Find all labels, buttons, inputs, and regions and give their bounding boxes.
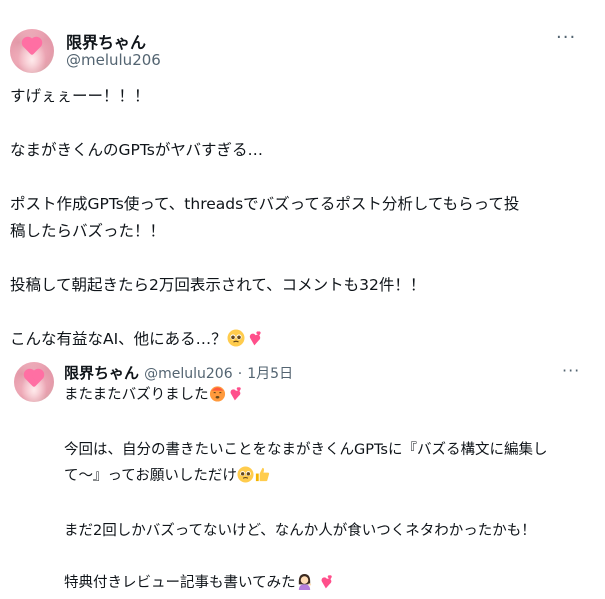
- quoted-more-options-button[interactable]: ···: [562, 363, 580, 379]
- woman-tipping-hand-icon: [296, 573, 313, 599]
- main-post-line: 稿したらバズった！！: [10, 222, 166, 240]
- two-hearts-icon: [226, 385, 243, 411]
- main-post-line: すげぇぇーー！！！: [10, 87, 150, 105]
- two-hearts-icon: [317, 573, 334, 599]
- main-author-avatar[interactable]: [10, 29, 54, 73]
- quoted-author-name[interactable]: 限界ちゃん: [64, 364, 139, 382]
- quoted-post-line: またまたバズりました: [64, 382, 548, 411]
- main-post-text: すげぇぇーー！！！ なまがきくんのGPTsがヤバすぎる… ポスト作成GPTs使っ…: [10, 83, 519, 356]
- two-hearts-icon: [245, 329, 263, 356]
- quoted-post-line-text: て〜』ってお願いしただけ: [64, 468, 237, 484]
- quoted-author-avatar[interactable]: [14, 362, 54, 402]
- header-separator: ·: [237, 366, 243, 382]
- pleading-face-icon: [227, 329, 245, 356]
- post-date[interactable]: 1月5日: [247, 366, 293, 382]
- quoted-post-header: 限界ちゃん @melulu206 · 1月5日: [64, 362, 293, 383]
- main-post-line-text: こんな有益なAI、他にある…？: [10, 330, 227, 348]
- main-author-name[interactable]: 限界ちゃん: [66, 29, 146, 53]
- quoted-post-line-text: 特典付きレビュー記事も書いてみた: [64, 575, 296, 591]
- quoted-post-line-text: またまたバズりました: [64, 387, 209, 403]
- quoted-post-line: て〜』ってお願いしただけ: [64, 463, 548, 492]
- main-author-handle[interactable]: @melulu206: [66, 51, 161, 69]
- quoted-post-line: 特典付きレビュー記事も書いてみた: [64, 570, 548, 599]
- quoted-post-line: まだ2回しかバズってないけど、なんか人が食いつくネタわかったかも！: [64, 523, 536, 539]
- hot-face-icon: [209, 385, 226, 411]
- main-post-line: ポスト作成GPTs使って、threadsでバズってるポスト分析してもらって投: [10, 195, 520, 213]
- main-post-line: こんな有益なAI、他にある…？: [10, 326, 519, 356]
- main-post-line: 投稿して朝起きたら2万回表示されて、コメントも32件！！: [10, 276, 426, 294]
- quoted-post-line: 今回は、自分の書きたいことをなまがきくんGPTsに『バズる構文に編集し: [64, 442, 548, 458]
- main-more-options-button[interactable]: ···: [556, 29, 576, 47]
- thumbs-up-icon: [254, 466, 271, 492]
- quoted-post-text: またまたバズりました 今回は、自分の書きたいことをなまがきくんGPTsに『バズる…: [64, 382, 548, 599]
- main-post-line: なまがきくんのGPTsがヤバすぎる…: [10, 141, 264, 159]
- quoted-author-handle[interactable]: @melulu206: [144, 366, 233, 382]
- pleading-face-icon: [237, 466, 254, 492]
